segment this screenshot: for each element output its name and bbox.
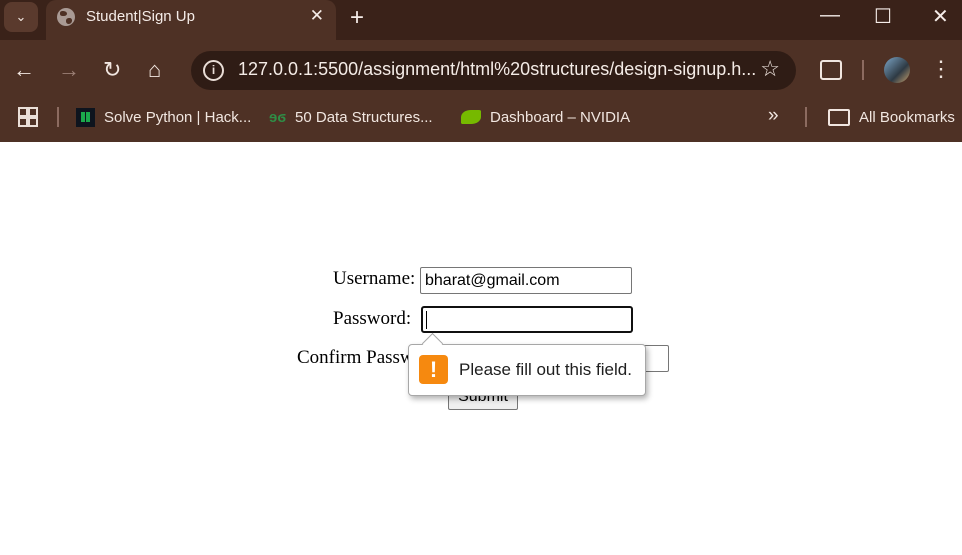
hackerrank-icon bbox=[76, 107, 95, 127]
bookmark-star-icon[interactable]: ☆ bbox=[760, 56, 780, 82]
tooltip-arrow bbox=[421, 332, 444, 355]
warning-icon: ! bbox=[419, 355, 448, 384]
site-info-icon[interactable]: i bbox=[203, 60, 224, 81]
more-bookmarks-icon[interactable]: » bbox=[768, 105, 779, 127]
browser-menu-icon[interactable]: ⋮ bbox=[930, 56, 952, 82]
tab-close-icon[interactable]: ✕ bbox=[310, 6, 324, 26]
validation-tooltip: ! Please fill out this field. bbox=[408, 332, 646, 396]
username-input[interactable] bbox=[420, 267, 632, 294]
maximize-button[interactable]: ☐ bbox=[874, 4, 892, 29]
title-bar: ⌄ Student|Sign Up ✕ + — ☐ ✕ bbox=[0, 0, 962, 40]
password-input[interactable] bbox=[421, 306, 633, 333]
url-text[interactable]: 127.0.0.1:5500/assignment/html%20structu… bbox=[238, 59, 756, 80]
profile-avatar[interactable] bbox=[884, 57, 910, 83]
back-button[interactable]: ← bbox=[13, 57, 35, 83]
bookmarks-divider-right bbox=[805, 107, 807, 127]
bookmark-geeksforgeeks[interactable]: ɘϭ 50 Data Structures... bbox=[269, 104, 433, 130]
window-close-button[interactable]: ✕ bbox=[932, 4, 949, 29]
extensions-icon[interactable] bbox=[820, 60, 842, 80]
toolbar-divider bbox=[862, 60, 864, 80]
bookmark-nvidia[interactable]: Dashboard – NVIDIA bbox=[461, 104, 630, 130]
bookmark-hackerrank[interactable]: Solve Python | Hack... bbox=[76, 104, 251, 130]
tab-search-button[interactable]: ⌄ bbox=[4, 2, 38, 32]
text-caret bbox=[426, 311, 427, 329]
all-bookmarks-button[interactable]: All Bookmarks bbox=[828, 104, 955, 130]
address-bar[interactable]: i 127.0.0.1:5500/assignment/html%20struc… bbox=[191, 51, 796, 90]
apps-grid-icon[interactable] bbox=[18, 107, 38, 127]
folder-icon bbox=[828, 108, 850, 126]
minimize-button[interactable]: — bbox=[820, 4, 840, 27]
home-button[interactable]: ⌂ bbox=[148, 57, 161, 83]
browser-chrome: ⌄ Student|Sign Up ✕ + — ☐ ✕ ← → ↻ ⌂ i 12… bbox=[0, 0, 962, 142]
validation-message: Please fill out this field. bbox=[459, 360, 632, 379]
forward-button[interactable]: → bbox=[58, 57, 80, 83]
password-label: Password: bbox=[333, 308, 412, 329]
globe-icon bbox=[57, 8, 75, 26]
username-label: Username: bbox=[333, 268, 416, 289]
tab-student-signup[interactable]: Student|Sign Up ✕ bbox=[46, 0, 336, 40]
geeksforgeeks-icon: ɘϭ bbox=[269, 108, 287, 126]
tab-title: Student|Sign Up bbox=[86, 8, 195, 25]
reload-button[interactable]: ↻ bbox=[103, 57, 121, 83]
bookmarks-divider bbox=[57, 107, 59, 127]
nvidia-icon bbox=[461, 110, 481, 124]
new-tab-button[interactable]: + bbox=[350, 4, 364, 32]
